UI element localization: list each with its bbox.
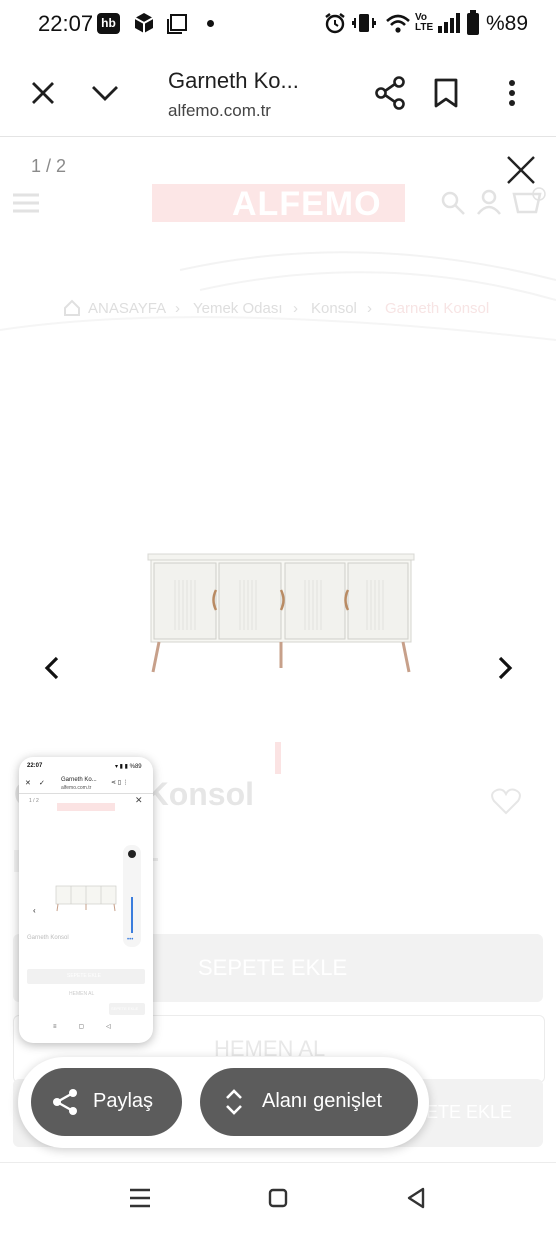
thumb-toolbar-icons: ⋖ ▯ ⋮ (111, 780, 129, 786)
thumb-prev-arrow: ‹ (33, 906, 36, 915)
decor-mark (275, 742, 281, 774)
breadcrumb-separator: › (175, 300, 180, 317)
add-to-cart-label: SEPETE EKLE (198, 955, 348, 980)
share-label: Paylaş (93, 1090, 154, 1112)
status-bar: 22:07 hb Vo LTE %89 (0, 0, 556, 50)
thumb-cart-label-2: SEPETE EKLE (111, 1006, 139, 1011)
battery-percent: %89 (486, 12, 529, 35)
thumb-status-icons: ▾ ▮ ▮ %89 (115, 764, 142, 770)
expand-area-button[interactable]: Alanı genişlet (200, 1068, 418, 1136)
close-icon[interactable] (30, 80, 56, 106)
expand-label: Alanı genişlet (262, 1090, 383, 1112)
more-vert-icon[interactable] (506, 79, 518, 107)
menu-icon (13, 193, 39, 213)
home-button-icon[interactable] (268, 1188, 288, 1208)
user-icon (477, 189, 501, 215)
thumb-chevron-icon: ✓ (39, 780, 45, 787)
favorite-icon (491, 788, 521, 815)
thumb-slider-label: ••• (127, 937, 134, 943)
thumb-time: 22:07 (27, 763, 43, 769)
back-icon[interactable] (405, 1186, 427, 1210)
recents-icon[interactable] (129, 1188, 151, 1208)
thumb-viewer-close: ✕ (135, 795, 143, 805)
clock: 22:07 (38, 11, 94, 36)
thumb-logo (57, 803, 115, 811)
box-icon (134, 13, 154, 33)
thumb-url: alfemo.com.tr (61, 785, 92, 791)
vibrate-icon (352, 14, 376, 32)
tab-url: alfemo.com.tr (168, 101, 271, 120)
thumb-slider-fill (131, 897, 133, 933)
viewer-close-icon[interactable] (506, 155, 536, 185)
dot-icon (207, 20, 214, 27)
image-counter: 1 / 2 (31, 156, 67, 176)
thumb-buy-now: HEMEN AL (69, 991, 95, 997)
breadcrumb-separator: › (367, 300, 372, 317)
alarm-icon (325, 13, 345, 34)
hb-icon: hb (97, 13, 120, 34)
site-logo: ALFEMO (232, 185, 382, 223)
wifi-icon (386, 14, 410, 33)
thumb-title: Garneth Ko... (61, 777, 97, 783)
screenshot-thumbnail[interactable]: 22:07 ▾ ▮ ▮ %89 ✕ ✓ Garneth Ko... alfemo… (19, 757, 153, 1043)
cart-icon (512, 187, 546, 214)
share-icon[interactable] (374, 76, 406, 110)
chevron-down-icon[interactable] (90, 80, 120, 106)
expand-icon (226, 1089, 242, 1115)
thumb-product-title: Garneth Konsol (27, 935, 69, 941)
previous-image-button[interactable] (43, 656, 61, 680)
square-icon (167, 14, 187, 34)
breadcrumb-subcategory: Konsol (311, 300, 357, 317)
thumb-navbar: ≡▢◁ (53, 1024, 133, 1030)
search-icon (441, 191, 465, 215)
home-icon (64, 299, 80, 316)
breadcrumb-current: Garneth Konsol (385, 300, 490, 317)
breadcrumb-category: Yemek Odası (193, 300, 283, 317)
thumb-divider (19, 793, 153, 794)
breadcrumb-home: ANASAYFA (88, 300, 167, 317)
volte-icon: Vo LTE (415, 12, 434, 33)
next-image-button[interactable] (496, 656, 514, 680)
signal-icon (438, 13, 460, 33)
breadcrumb-separator: › (293, 300, 298, 317)
bookmark-icon[interactable] (433, 78, 459, 108)
thumb-slider-knob (128, 850, 136, 858)
thumb-close-icon: ✕ (25, 780, 31, 787)
share-button[interactable]: Paylaş (31, 1068, 182, 1136)
battery-icon (467, 10, 479, 35)
tab-title: Garneth Ko... (168, 68, 299, 93)
product-image (147, 553, 415, 673)
share-icon (53, 1089, 77, 1115)
thumb-product-image (55, 885, 117, 912)
thumb-counter: 1 / 2 (29, 798, 39, 804)
thumb-cart-label: SEPETE EKLE (67, 973, 101, 979)
